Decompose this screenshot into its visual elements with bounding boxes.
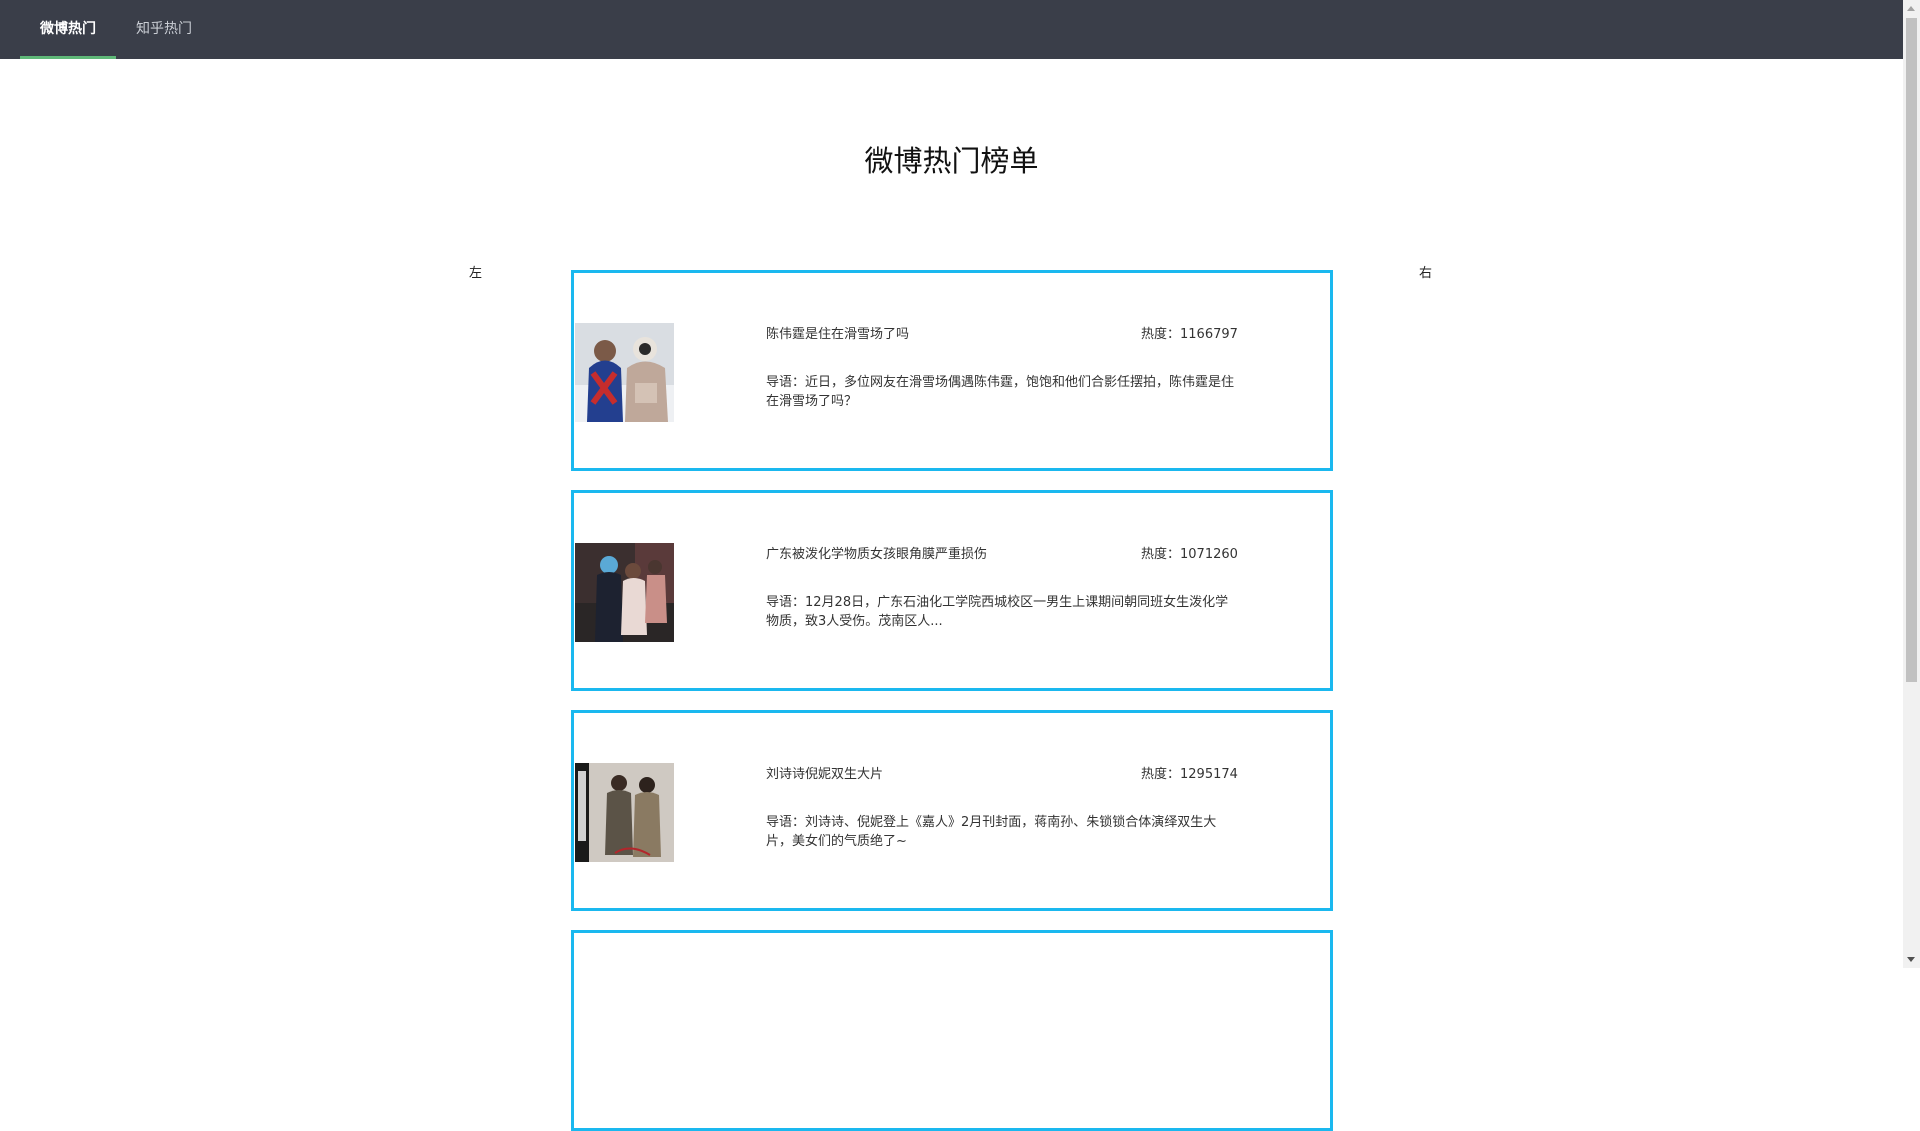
tab-weibo-hot[interactable]: 微博热门 — [20, 0, 116, 59]
hot-item-title[interactable]: 广东被泼化学物质女孩眼角膜严重损伤 — [766, 543, 987, 562]
vertical-scrollbar[interactable] — [1903, 0, 1920, 968]
hot-item-heat: 热度：1071260 — [1141, 547, 1238, 562]
hot-item-image[interactable] — [575, 763, 674, 862]
hot-item-card[interactable] — [571, 930, 1333, 1131]
carousel-left-button[interactable]: 左 — [469, 262, 482, 281]
hot-item-card[interactable]: 广东被泼化学物质女孩眼角膜严重损伤 热度：1071260 导语：12月28日，广… — [571, 490, 1333, 691]
scroll-up-icon[interactable] — [1907, 6, 1915, 11]
hot-item-summary: 导语：12月28日，广东石油化工学院西城校区一男生上课期间朝同班女生泼化学物质，… — [766, 595, 1229, 629]
hot-item-title[interactable]: 陈伟霆是住在滑雪场了吗 — [766, 323, 909, 342]
hot-item-summary: 导语：刘诗诗、倪妮登上《嘉人》2月刊封面，蒋南孙、朱锁锁合体演绎双生大片，美女们… — [766, 815, 1217, 849]
hot-item-card[interactable]: 刘诗诗倪妮双生大片 热度：1295174 导语：刘诗诗、倪妮登上《嘉人》2月刊封… — [571, 710, 1333, 911]
hot-item-image[interactable] — [575, 323, 674, 422]
hot-item-image[interactable] — [575, 543, 674, 642]
tab-zhihu-hot[interactable]: 知乎热门 — [116, 0, 212, 59]
top-nav-bar: 微博热门 知乎热门 — [0, 0, 1903, 59]
hot-item-card[interactable]: 陈伟霆是住在滑雪场了吗 热度：1166797 导语：近日，多位网友在滑雪场偶遇陈… — [571, 270, 1333, 471]
hot-item-heat: 热度：1295174 — [1141, 767, 1238, 782]
carousel-right-button[interactable]: 右 — [1419, 262, 1432, 281]
page-title: 微博热门榜单 — [864, 144, 1039, 178]
hot-item-title[interactable]: 刘诗诗倪妮双生大片 — [766, 763, 883, 782]
scrollbar-thumb[interactable] — [1906, 18, 1917, 682]
scroll-down-icon[interactable] — [1907, 957, 1915, 962]
hot-item-heat: 热度：1166797 — [1141, 327, 1238, 342]
hot-item-summary: 导语：近日，多位网友在滑雪场偶遇陈伟霆，饱饱和他们合影任摆拍，陈伟霆是住在滑雪场… — [766, 375, 1235, 409]
